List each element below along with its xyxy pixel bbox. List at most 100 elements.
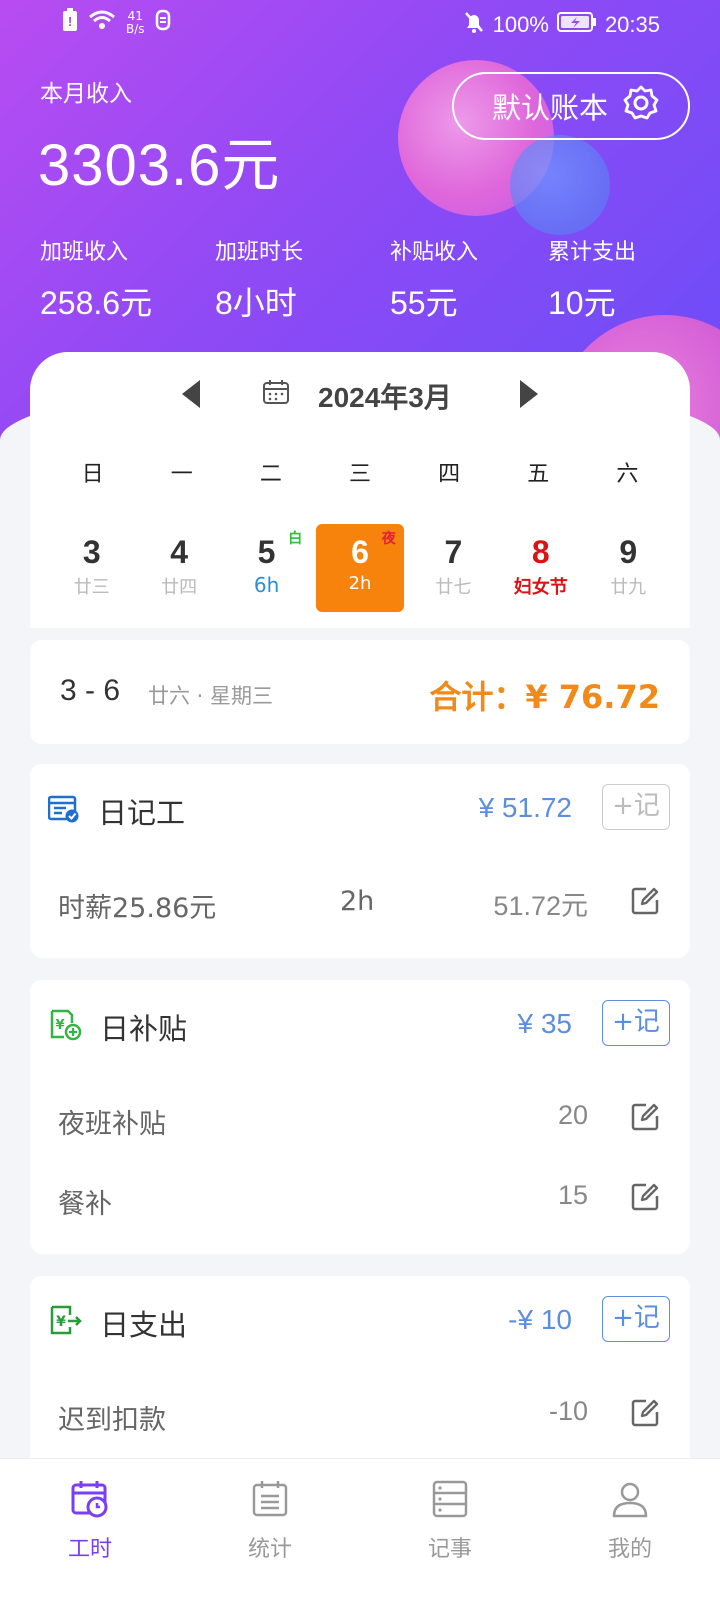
stat-label: 加班时长 <box>215 240 304 265</box>
calendar-card: 2024年3月 日 一 二 三 四 五 六 3 廿三 4 廿四 白 5 6h 夜… <box>30 352 690 628</box>
battery-charging-icon <box>556 11 597 39</box>
stat-value: 55元 <box>390 285 458 321</box>
stat-overtime-hours: 加班时长 8小时 <box>215 234 303 324</box>
edit-icon[interactable] <box>630 1182 660 1219</box>
work-section-card: 日记工 ¥ 51.72 +记 时薪25.86元 2h 51.72元 <box>30 764 690 958</box>
mute-bell-icon <box>463 10 485 40</box>
prev-month-icon[interactable] <box>182 380 200 408</box>
svg-text:!: ! <box>68 14 72 29</box>
add-work-button[interactable]: +记 <box>602 784 670 830</box>
net-speed-value: 41 <box>127 9 143 23</box>
day-number: 3 <box>82 534 101 570</box>
expense-amount: -10 <box>548 1396 588 1426</box>
tab-worktime[interactable]: 工时 <box>0 1459 180 1600</box>
work-amount: 51.72元 <box>493 891 588 921</box>
subsidy-amount: 20 <box>557 1100 588 1130</box>
tab-notes[interactable]: 记事 <box>360 1459 540 1600</box>
net-speed-unit: B/s <box>126 22 145 36</box>
expense-section-card: ¥ 日支出 -¥ 10 +记 迟到扣款 -10 <box>30 1276 690 1476</box>
weekday-label: 一 <box>170 462 193 487</box>
expense-name: 迟到扣款 <box>58 1405 166 1436</box>
expense-section-title: 日支出 <box>100 1308 188 1342</box>
subsidy-entry-row[interactable]: 夜班补贴 20 <box>58 1094 668 1144</box>
tab-label: 工时 <box>67 1537 112 1562</box>
subsidy-icon: ¥ <box>48 1009 82 1045</box>
status-bar: ! 41 B/s 100% 20:35 <box>0 0 720 48</box>
decor-bubble <box>510 135 610 235</box>
tab-label: 统计 <box>247 1537 292 1562</box>
work-section-header: 日记工 <box>47 790 186 832</box>
weekday-label: 二 <box>259 462 282 487</box>
expense-entry-row[interactable]: 迟到扣款 -10 <box>58 1390 668 1440</box>
worktime-clock-icon <box>70 1481 110 1525</box>
subsidy-amount: 15 <box>557 1180 588 1210</box>
battery-alert-icon: ! <box>62 8 78 38</box>
calendar-day[interactable]: 4 廿四 <box>135 524 222 612</box>
day-shift-tag: 白 <box>288 531 303 547</box>
calendar-day[interactable]: 7 廿七 <box>410 524 497 612</box>
week-row: 3 廿三 4 廿四 白 5 6h 夜 6 2h 7 廿七 8 妇女节 9 廿九 <box>48 524 672 612</box>
tab-label: 我的 <box>607 1537 652 1562</box>
stat-value: 10元 <box>548 285 616 321</box>
stat-value: 258.6元 <box>40 285 153 321</box>
weekday-label: 六 <box>616 462 639 487</box>
weekday-header: 日 一 二 三 四 五 六 <box>48 456 672 488</box>
month-income-value: 3303.6元 <box>38 133 281 198</box>
stat-label: 累计支出 <box>548 240 637 265</box>
tab-statistics[interactable]: 统计 <box>180 1459 360 1600</box>
next-month-icon[interactable] <box>520 380 538 408</box>
work-section-title: 日记工 <box>98 796 186 830</box>
stat-label: 补贴收入 <box>390 240 479 265</box>
expense-section-amount: -¥ 10 <box>508 1304 572 1335</box>
summary-total: 合计：¥ 76.72 <box>429 678 660 716</box>
day-lunar: 廿四 <box>161 577 198 598</box>
calendar-day-selected[interactable]: 夜 6 2h <box>316 524 404 612</box>
clock: 20:35 <box>604 12 660 37</box>
svg-text:¥: ¥ <box>55 1018 64 1033</box>
day-number: 7 <box>444 534 463 570</box>
day-lunar: 廿三 <box>73 577 110 598</box>
gear-icon <box>622 84 660 129</box>
add-subsidy-button[interactable]: +记 <box>602 1000 670 1046</box>
account-book-button[interactable]: 默认账本 <box>452 72 690 140</box>
day-number: 4 <box>170 534 189 570</box>
svg-text:¥: ¥ <box>56 1314 66 1330</box>
weekday-label: 日 <box>81 462 104 487</box>
calendar-day[interactable]: 3 廿三 <box>48 524 135 612</box>
day-number: 8 <box>531 534 550 570</box>
calendar-day[interactable]: 白 5 6h <box>223 524 310 612</box>
month-income-label: 本月收入 <box>40 81 132 107</box>
calendar-day[interactable]: 9 廿九 <box>585 524 672 612</box>
stat-label: 加班收入 <box>40 240 129 265</box>
stat-subsidy-income: 补贴收入 55元 <box>390 234 478 324</box>
day-hours: 2h <box>348 573 372 594</box>
add-expense-button[interactable]: +记 <box>602 1296 670 1342</box>
tab-profile[interactable]: 我的 <box>540 1459 720 1600</box>
subsidy-section-header: ¥ 日补贴 <box>48 1006 187 1048</box>
work-entry-row[interactable]: 时薪25.86元 2h 51.72元 <box>58 878 668 928</box>
day-holiday-name: 妇女节 <box>513 577 568 598</box>
calendar-icon[interactable] <box>262 378 290 410</box>
subsidy-name: 餐补 <box>58 1189 112 1220</box>
weekday-label: 四 <box>438 462 461 487</box>
subsidy-entry-row[interactable]: 餐补 15 <box>58 1174 668 1224</box>
edit-icon[interactable] <box>630 886 660 923</box>
calendar-day-holiday[interactable]: 8 妇女节 <box>497 524 584 612</box>
calendar-month-title[interactable]: 2024年3月 <box>318 376 452 416</box>
day-shift-tag: 夜 <box>381 531 396 547</box>
calendar-nav: 2024年3月 <box>30 372 690 413</box>
day-summary-card: 3 - 6 廿六 · 星期三 合计：¥ 76.72 <box>30 640 690 744</box>
notes-list-icon <box>430 1480 470 1525</box>
work-hours: 2h <box>340 886 375 917</box>
worklog-icon <box>47 794 80 828</box>
weekday-label: 三 <box>348 462 371 487</box>
edit-icon[interactable] <box>630 1398 660 1435</box>
edit-icon[interactable] <box>630 1102 660 1139</box>
stat-total-expense: 累计支出 10元 <box>548 234 636 324</box>
summary-date: 3 - 6 <box>60 674 121 707</box>
sync-icon <box>155 9 171 37</box>
expense-section-header: ¥ 日支出 <box>48 1302 187 1344</box>
account-book-label: 默认账本 <box>492 91 609 125</box>
subsidy-name: 夜班补贴 <box>58 1109 166 1140</box>
battery-percent: 100% <box>492 12 549 37</box>
